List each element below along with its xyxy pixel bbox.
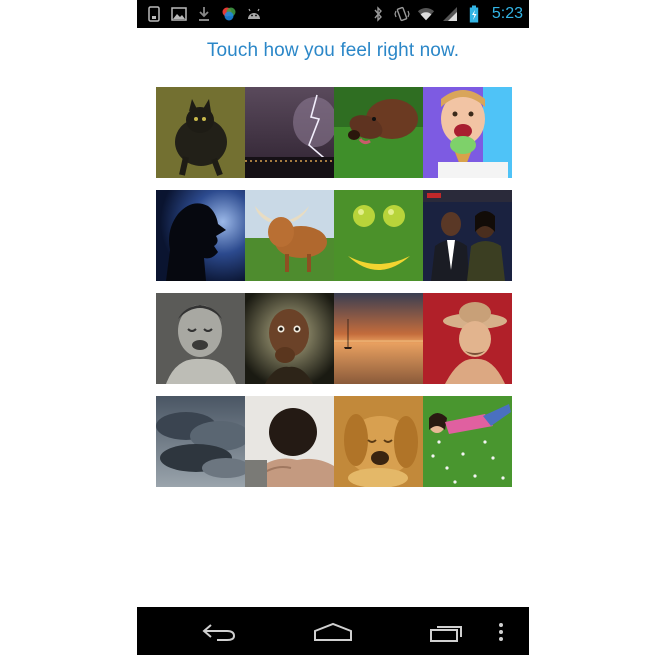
mood-grid-row [156, 293, 512, 384]
android-icon [245, 5, 263, 23]
status-clock: 5:23 [491, 5, 523, 22]
dog-photo[interactable] [334, 87, 423, 178]
storm-clouds-photo[interactable] [156, 396, 245, 487]
color-wheel-icon [220, 5, 238, 23]
couple-photo[interactable] [423, 190, 512, 281]
recent-apps-icon[interactable] [427, 619, 467, 645]
vibrate-icon [393, 5, 411, 23]
sleeping-dog-photo[interactable] [334, 396, 423, 487]
mood-grid-row [156, 190, 512, 281]
apples-banana-smiley-photo[interactable] [334, 190, 423, 281]
highland-cow-photo[interactable] [245, 190, 334, 281]
battery-charging-icon [465, 5, 483, 23]
signal-icon [441, 5, 459, 23]
phone-screen: 5:23 Touch how you feel right now. [137, 0, 529, 655]
crying-child-photo[interactable] [156, 293, 245, 384]
bluetooth-icon [369, 5, 387, 23]
navigation-bar [137, 607, 529, 655]
woman-grass-photo[interactable] [423, 396, 512, 487]
mood-prompt: Touch how you feel right now. [206, 40, 460, 61]
phone-icon [145, 5, 163, 23]
sunset-lake-photo[interactable] [334, 293, 423, 384]
lightning-photo[interactable] [245, 87, 334, 178]
girl-ice-cream-photo[interactable] [423, 87, 512, 178]
gallery-icon [170, 5, 188, 23]
man-hat-photo[interactable] [423, 293, 512, 384]
mood-grid-row [156, 87, 512, 178]
shouting-silhouette-photo[interactable] [156, 190, 245, 281]
child-thinking-photo[interactable] [245, 293, 334, 384]
wifi-icon [417, 5, 435, 23]
status-bar: 5:23 [137, 0, 529, 28]
mood-grid [156, 87, 512, 499]
home-icon[interactable] [313, 619, 353, 645]
download-icon [195, 5, 213, 23]
cat-photo[interactable] [156, 87, 245, 178]
mood-grid-row [156, 396, 512, 487]
menu-icon[interactable] [491, 619, 511, 645]
head-down-photo[interactable] [245, 396, 334, 487]
back-icon[interactable] [199, 619, 239, 645]
